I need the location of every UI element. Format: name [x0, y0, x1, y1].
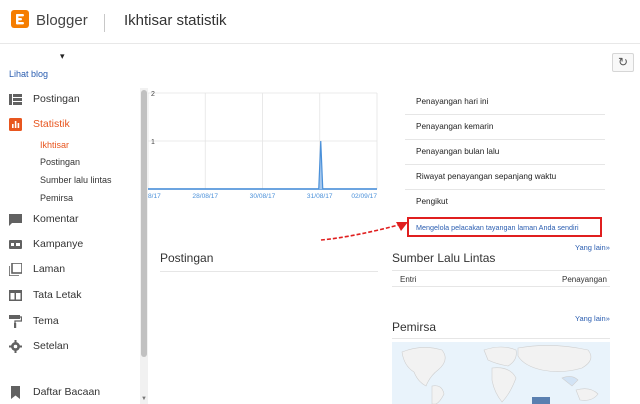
posts-section-divider: [160, 271, 378, 272]
stat-label: Penayangan bulan lalu: [416, 147, 500, 156]
audience-section-divider: [392, 338, 610, 339]
traffic-section-divider: [392, 270, 610, 271]
sidebar-item-label: Tata Letak: [33, 289, 82, 301]
comment-icon: [9, 214, 22, 226]
manage-pageview-tracking-link[interactable]: Mengelola pelacakan tayangan laman Anda …: [407, 217, 602, 237]
sidebar-subitem-ikhtisar[interactable]: Ikhtisar: [40, 140, 69, 150]
caret-down-icon: ▾: [60, 51, 65, 61]
posts-icon: [9, 94, 22, 105]
stat-row-yesterday[interactable]: Penayangan kemarin: [405, 115, 605, 140]
chart-x-tick-label: 02/09/17: [351, 193, 377, 200]
sidebar-item-label: Tema: [33, 315, 59, 327]
stat-row-all-time[interactable]: Riwayat penayangan sepanjang waktu: [405, 165, 605, 190]
sidebar-item-label: Setelan: [33, 340, 69, 352]
stat-row-last-month[interactable]: Penayangan bulan lalu: [405, 140, 605, 165]
sidebar-subitem-sumber-lalu-lintas[interactable]: Sumber lalu lintas: [40, 175, 112, 185]
top-header: Blogger Ikhtisar statistik: [0, 0, 640, 44]
traffic-section-title: Sumber Lalu Lintas: [392, 251, 496, 265]
sidebar-item-tata-letak[interactable]: Tata Letak: [0, 286, 135, 306]
sidebar-item-label: Daftar Bacaan: [33, 386, 101, 398]
sidebar-subitem-postingan[interactable]: Postingan: [40, 157, 80, 167]
chart-x-tick-label: 28/08/17: [192, 193, 218, 200]
campaign-icon: [9, 240, 22, 249]
sidebar-subitem-pemirsa[interactable]: Pemirsa: [40, 193, 73, 203]
scroll-down-arrow-icon[interactable]: ▼: [141, 396, 147, 402]
layout-icon: [9, 290, 22, 301]
blogger-logo-icon[interactable]: [11, 10, 29, 28]
page-title: Ikhtisar statistik: [124, 12, 227, 29]
sidebar-item-label: Laman: [33, 263, 66, 275]
traffic-table-divider: [392, 286, 610, 287]
sidebar-item-label: Statistik: [33, 118, 70, 130]
views-line-chart: 1 2 26/08/17 28/08/17 30/08/17 31/08/17 02/09/…: [148, 91, 378, 200]
sidebar-item-daftar-bacaan[interactable]: Daftar Bacaan: [0, 383, 135, 403]
stat-label: Penayangan hari ini: [416, 97, 489, 106]
posts-section-title: Postingan: [160, 251, 214, 265]
sidebar-item-komentar[interactable]: Komentar: [0, 210, 135, 230]
stat-row-today[interactable]: Penayangan hari ini: [405, 90, 605, 115]
sidebar-item-statistik[interactable]: Statistik: [0, 115, 135, 135]
manage-link-label: Mengelola pelacakan tayangan laman Anda …: [416, 223, 579, 232]
paint-roller-icon: [9, 315, 22, 328]
world-map: [392, 342, 610, 404]
sidebar-scrollbar-thumb[interactable]: [141, 90, 147, 357]
chart-x-tick-label: 26/08/17: [148, 193, 161, 200]
sidebar-item-label: Kampanye: [33, 238, 84, 250]
header-divider: [104, 14, 105, 32]
sidebar-item-kampanye[interactable]: Kampanye: [0, 235, 135, 255]
chart-y-tick-label: 2: [151, 91, 155, 98]
blog-selector-dropdown[interactable]: ▾: [60, 51, 65, 62]
traffic-more-link[interactable]: Yang lain»: [575, 243, 610, 252]
view-blog-link[interactable]: Lihat blog: [9, 69, 48, 79]
sidebar-item-label: Postingan: [33, 93, 80, 105]
gear-icon: [9, 340, 22, 353]
traffic-col-entry: Entri: [400, 275, 417, 284]
audience-section-title: Pemirsa: [392, 320, 437, 334]
sidebar-item-tema[interactable]: Tema: [0, 312, 135, 332]
traffic-col-views: Penayangan: [562, 275, 607, 284]
brand-name: Blogger: [36, 12, 88, 29]
stat-label: Penayangan kemarin: [416, 122, 494, 131]
stats-icon: [9, 118, 22, 131]
blogger-dashboard: Blogger Ikhtisar statistik ▾ Lihat blog …: [0, 0, 640, 404]
sidebar-item-laman[interactable]: Laman: [0, 260, 135, 280]
chart-x-tick-label: 30/08/17: [250, 193, 276, 200]
chart-y-tick-label: 1: [151, 139, 155, 146]
pages-icon: [9, 263, 22, 276]
stat-label: Pengikut: [416, 197, 448, 206]
refresh-icon: ↻: [617, 55, 629, 69]
bookmark-icon: [11, 386, 20, 399]
refresh-button[interactable]: ↻: [612, 53, 634, 72]
chart-x-tick-label: 31/08/17: [307, 193, 333, 200]
sidebar-item-postingan[interactable]: Postingan: [0, 90, 135, 110]
sidebar-item-setelan[interactable]: Setelan: [0, 337, 135, 357]
sidebar-item-label: Komentar: [33, 213, 79, 225]
annotation-arrow-icon: [320, 222, 408, 241]
audience-more-link[interactable]: Yang lain»: [575, 314, 610, 323]
stat-label: Riwayat penayangan sepanjang waktu: [416, 172, 557, 181]
stat-row-followers[interactable]: Pengikut: [405, 190, 605, 215]
